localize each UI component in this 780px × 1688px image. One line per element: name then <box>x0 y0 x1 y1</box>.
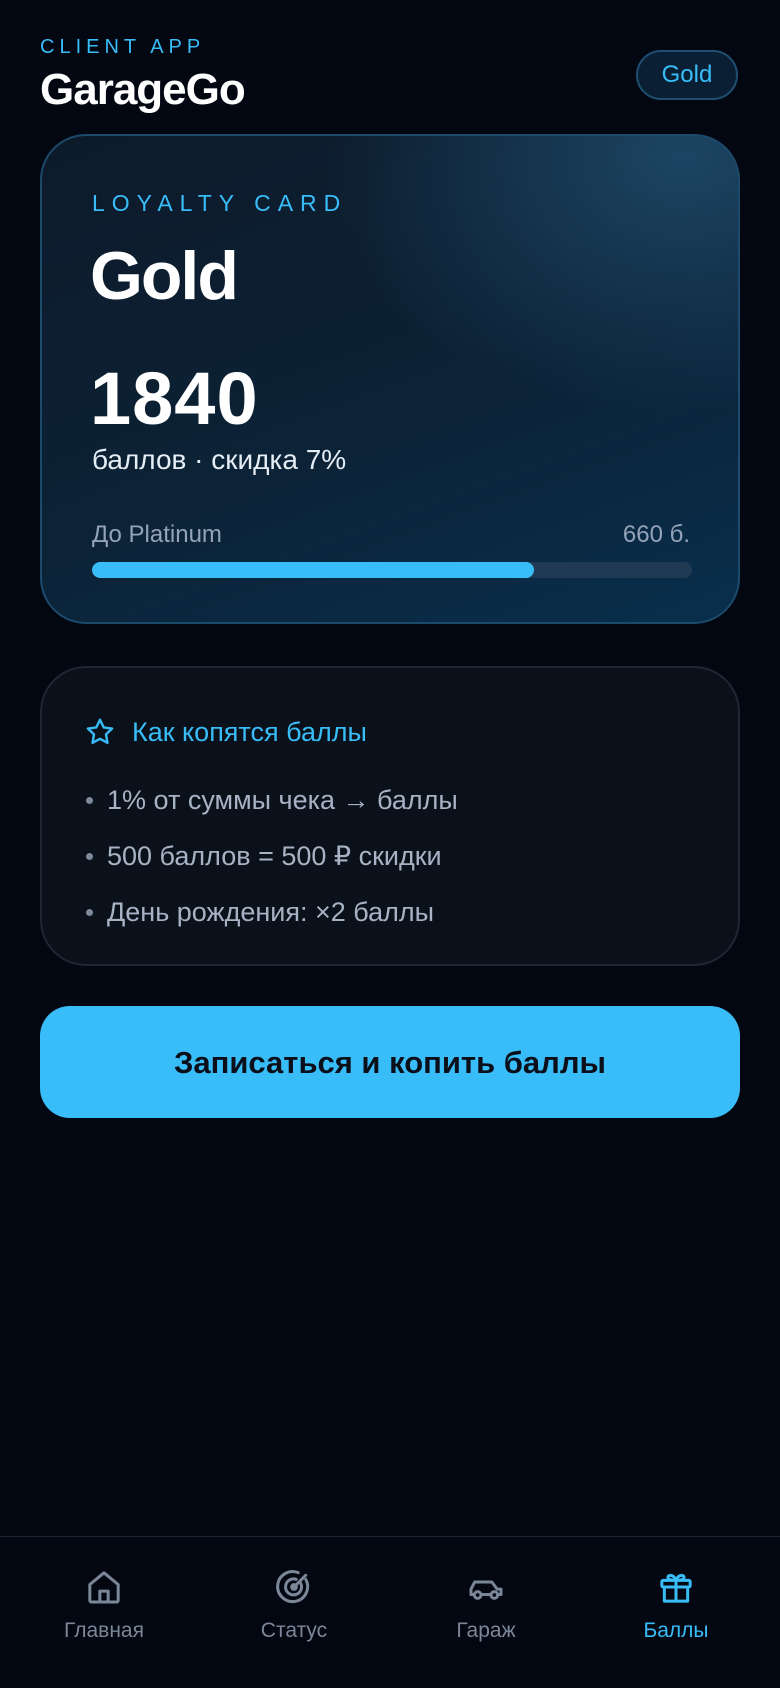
card-tier: Gold <box>90 238 239 314</box>
nav-item-garage[interactable]: Гараж <box>406 1567 566 1667</box>
app-title: GarageGo <box>40 65 246 114</box>
tier-badge[interactable]: Gold <box>636 50 738 100</box>
list-item: День рождения: ×2 баллы <box>86 884 458 940</box>
radar-icon <box>276 1570 310 1604</box>
list-item-text: День рождения: ×2 баллы <box>107 897 435 927</box>
app-label: CLIENT APP <box>40 36 206 58</box>
nav-label: Гараж <box>456 1619 516 1642</box>
progress-bar <box>92 562 692 578</box>
list-item-text: 1% от суммы чека → баллы <box>107 785 458 815</box>
card-label: LOYALTY CARD <box>92 190 348 216</box>
list-item: 1% от суммы чека → баллы <box>86 772 458 828</box>
home-icon <box>88 1571 120 1604</box>
info-title: Как копятся баллы <box>132 717 367 747</box>
points-balance: 1840 <box>90 357 259 440</box>
bullet-icon <box>86 796 93 804</box>
list-item: 500 баллов = 500 ₽ скидки <box>86 828 458 884</box>
progress-bar-fill <box>92 562 534 578</box>
gift-icon <box>660 1573 692 1603</box>
nav-label: Баллы <box>643 1619 709 1642</box>
progress-remaining: 660 б. <box>622 521 690 548</box>
info-header: Как копятся баллы <box>84 712 367 752</box>
bullet-icon <box>86 908 93 916</box>
points-caption: баллов · скидка 7% <box>92 444 347 475</box>
nav-item-points[interactable]: Баллы <box>596 1567 756 1667</box>
info-list: 1% от суммы чека → баллы 500 баллов = 50… <box>86 772 458 940</box>
car-icon <box>469 1580 503 1600</box>
loyalty-card: LOYALTY CARD Gold 1840 баллов · скидка 7… <box>40 134 740 624</box>
book-and-earn-button[interactable]: Записаться и копить баллы <box>40 1006 740 1118</box>
list-item-text: 500 баллов = 500 ₽ скидки <box>107 841 442 871</box>
nav-item-status[interactable]: Статус <box>214 1567 374 1667</box>
bottom-nav: Главная Статус Гараж Баллы <box>0 1536 780 1688</box>
progress-label: До Platinum <box>92 521 222 548</box>
nav-label: Главная <box>64 1619 144 1642</box>
points-info-card: Как копятся баллы 1% от суммы чека → бал… <box>40 666 740 966</box>
nav-label: Статус <box>260 1619 328 1642</box>
loyalty-screen: CLIENT APP GarageGo Gold LOYALTY CARD Go… <box>0 0 780 1688</box>
star-icon <box>86 718 114 744</box>
nav-item-home[interactable]: Главная <box>24 1567 184 1667</box>
bullet-icon <box>86 852 93 860</box>
